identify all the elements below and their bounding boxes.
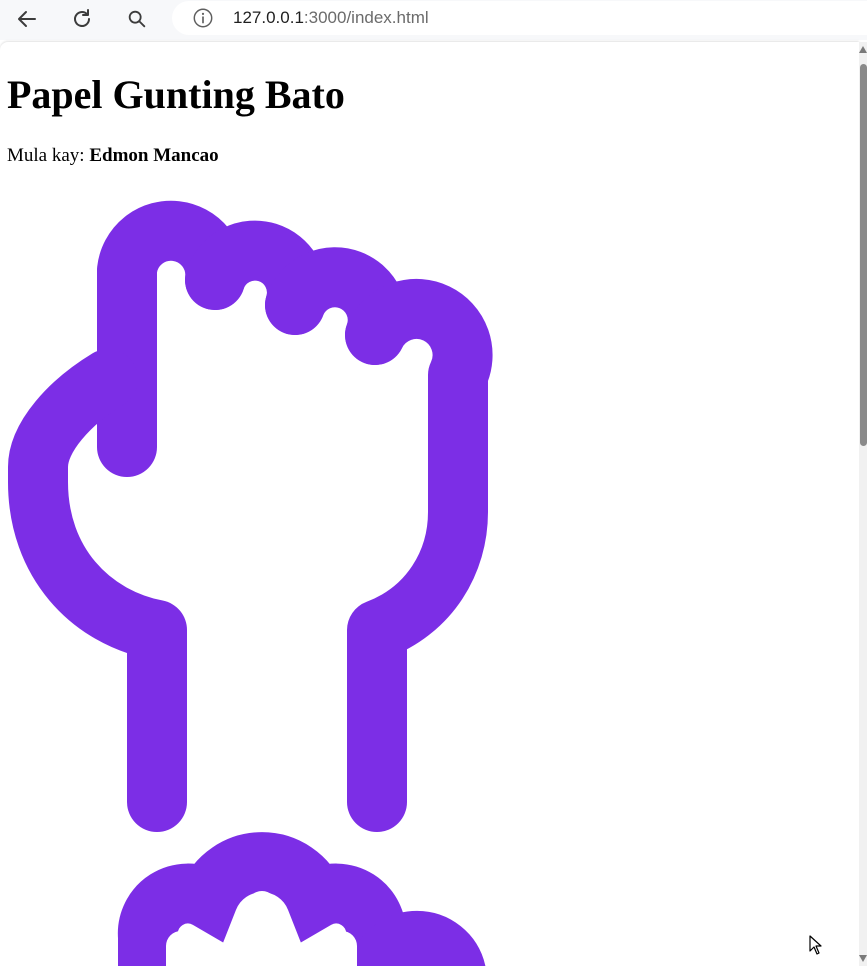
rock-hand-image (8, 200, 493, 832)
raised-fist-icon (8, 200, 493, 832)
search-button[interactable] (121, 4, 153, 34)
mouse-cursor-icon (809, 935, 822, 955)
vertical-scrollbar[interactable] (859, 42, 867, 966)
scroll-thumb[interactable] (860, 64, 867, 446)
reload-button[interactable] (66, 4, 98, 34)
back-icon (18, 11, 36, 27)
byline-prefix: Mula kay: (7, 145, 85, 166)
address-bar[interactable]: 127.0.0.1:3000/index.html (172, 1, 867, 35)
url-host: 127.0.0.1 (233, 8, 304, 27)
paper-hand-image (117, 832, 486, 966)
page-viewport: Papel Gunting Bato Mula kay: Edmon Manca… (0, 42, 859, 966)
reload-icon (74, 9, 90, 27)
scroll-down-arrow-icon[interactable] (859, 955, 867, 962)
browser-toolbar: 127.0.0.1:3000/index.html (0, 0, 867, 40)
url-path: :3000/index.html (303, 8, 429, 27)
page-title: Papel Gunting Bato (7, 72, 345, 117)
search-icon (128, 10, 146, 28)
author-name: Edmon Mancao (89, 145, 219, 166)
back-button[interactable] (11, 4, 43, 34)
scroll-up-arrow-icon[interactable] (859, 46, 867, 53)
info-icon[interactable] (192, 7, 214, 29)
url-text[interactable]: 127.0.0.1:3000/index.html (233, 8, 429, 28)
byline: Mula kay: Edmon Mancao (7, 145, 219, 167)
